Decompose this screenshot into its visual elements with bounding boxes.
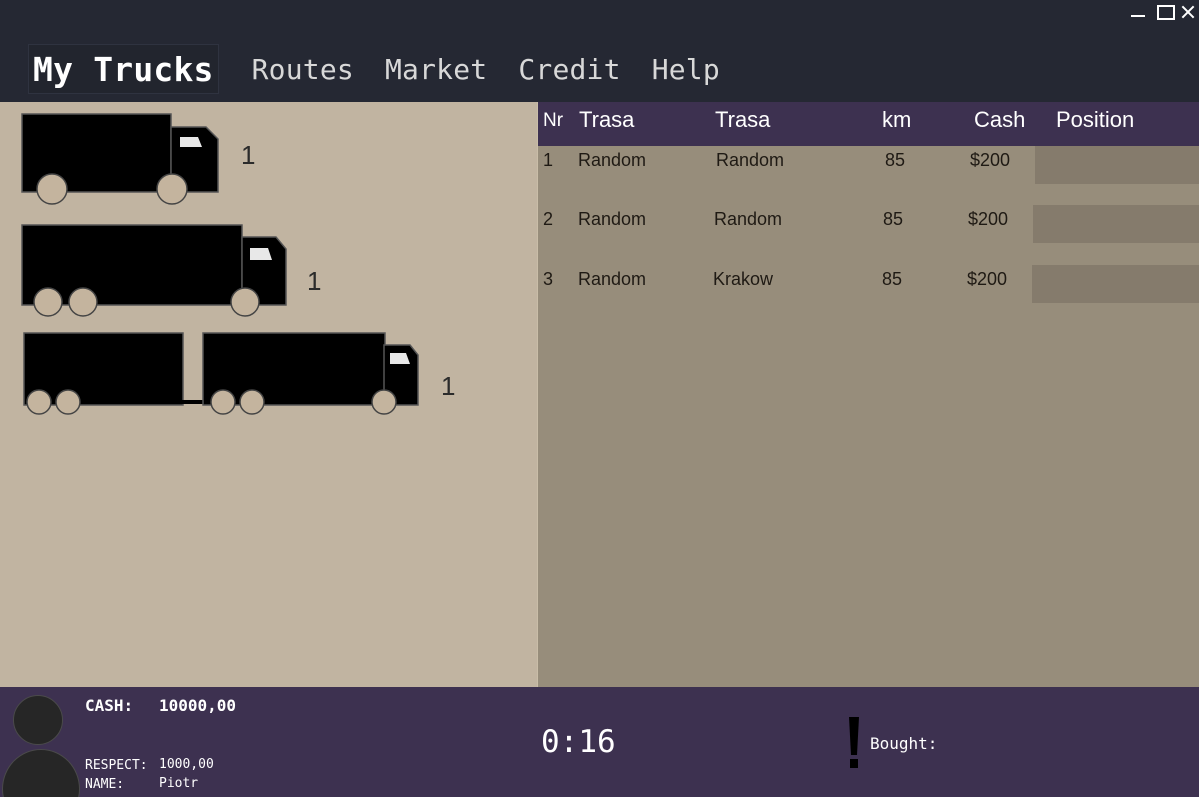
cell-cash: $200 xyxy=(970,150,1011,170)
header-trasa-from: Trasa xyxy=(579,107,635,132)
cell-nr: 1 xyxy=(543,150,554,170)
header-trasa-to: Trasa xyxy=(715,107,771,132)
position-slot[interactable] xyxy=(1033,205,1199,243)
menu-item-my-trucks[interactable]: My Trucks xyxy=(28,44,219,94)
table-row[interactable]: 1 Random Random 85 $200 xyxy=(538,146,1199,186)
truck-count-3: 1 xyxy=(441,371,456,401)
trucks-panel: 1 1 1 xyxy=(0,102,537,687)
header-km: km xyxy=(882,107,912,132)
exclamation-icon[interactable] xyxy=(846,717,862,769)
cash-value: 10000,00 xyxy=(159,696,237,715)
position-slot[interactable] xyxy=(1032,265,1199,303)
menu-item-market[interactable]: Market xyxy=(385,44,487,94)
cell-km: 85 xyxy=(885,150,906,170)
long-truck-icon[interactable] xyxy=(20,223,290,319)
cell-cash: $200 xyxy=(968,209,1009,229)
bought-label: Bought: xyxy=(870,734,938,753)
cell-nr: 2 xyxy=(543,209,554,229)
cell-nr: 3 xyxy=(543,269,554,289)
status-bar: CASH: 10000,00 RESPECT: 1000,00 NAME: Pi… xyxy=(0,687,1199,797)
table-row[interactable]: 3 Random Krakow 85 $200 xyxy=(538,265,1199,305)
header-nr: Nr xyxy=(543,110,564,131)
cell-from: Random xyxy=(578,209,647,229)
minimize-icon[interactable] xyxy=(1125,2,1151,22)
truck-trailer-icon[interactable] xyxy=(22,331,422,417)
truck-count-2: 1 xyxy=(307,266,322,296)
top-bar: My Trucks Routes Market Credit Help xyxy=(0,0,1199,102)
avatar-body-icon xyxy=(2,749,80,797)
game-timer: 0:16 xyxy=(541,724,616,760)
cell-to: Random xyxy=(716,150,785,170)
position-slot[interactable] xyxy=(1035,146,1199,184)
menu-item-routes[interactable]: Routes xyxy=(252,44,354,94)
menu-item-help[interactable]: Help xyxy=(652,44,720,94)
header-cash: Cash xyxy=(974,107,1026,132)
cell-to: Krakow xyxy=(713,269,774,289)
menu-item-credit[interactable]: Credit xyxy=(518,44,620,94)
maximize-icon[interactable] xyxy=(1151,2,1177,22)
close-icon[interactable] xyxy=(1177,2,1197,22)
truck-count-1: 1 xyxy=(241,140,256,170)
box-truck-icon[interactable] xyxy=(20,112,222,206)
cell-to: Random xyxy=(714,209,783,229)
main-menu: My Trucks Routes Market Credit Help xyxy=(28,44,751,94)
respect-value: 1000,00 xyxy=(159,757,214,772)
cash-label: CASH: xyxy=(85,696,134,715)
avatar-head-icon xyxy=(13,695,63,745)
table-header: Nr Trasa Trasa km Cash Position xyxy=(538,102,1199,146)
header-position: Position xyxy=(1056,107,1135,132)
name-value: Piotr xyxy=(159,776,199,791)
cell-km: 85 xyxy=(883,209,904,229)
window-controls xyxy=(1125,2,1197,22)
cell-from: Random xyxy=(578,150,647,170)
routes-panel: Nr Trasa Trasa km Cash Position 1 Random… xyxy=(537,102,1199,687)
cell-from: Random xyxy=(578,269,647,289)
cell-cash: $200 xyxy=(967,269,1008,289)
name-label: NAME: xyxy=(85,777,125,792)
cell-km: 85 xyxy=(882,269,903,289)
respect-label: RESPECT: xyxy=(85,758,148,773)
table-row[interactable]: 2 Random Random 85 $200 xyxy=(538,205,1199,245)
